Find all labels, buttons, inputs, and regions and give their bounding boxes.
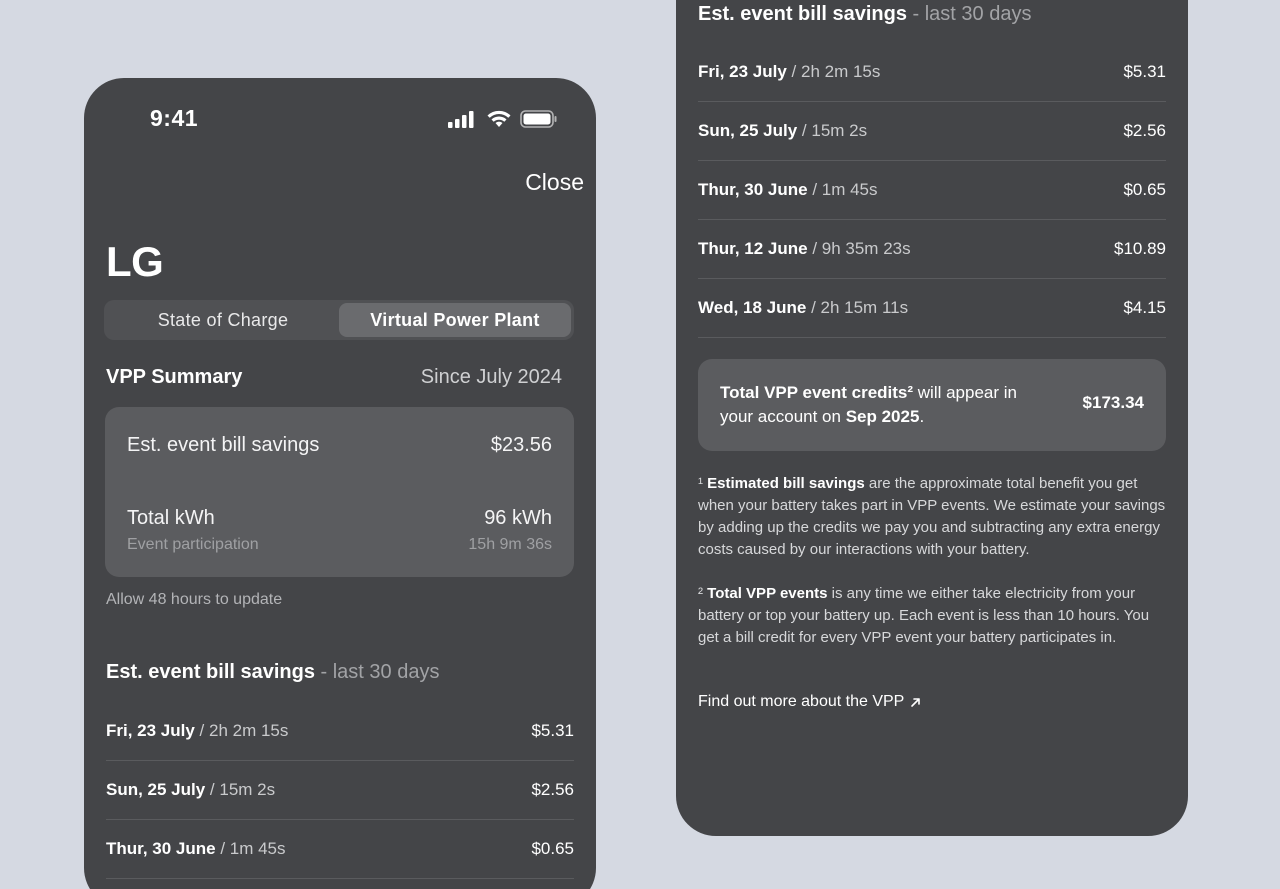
event-row[interactable]: Fri, 23 July / 2h 2m 15s $5.31 xyxy=(106,702,574,761)
tab-state-of-charge[interactable]: State of Charge xyxy=(107,303,339,337)
credits-date: Sep 2025 xyxy=(845,407,920,426)
event-row[interactable]: Sun, 25 July / 15m 2s $2.56 xyxy=(106,761,574,820)
total-kwh-label: Total kWh xyxy=(127,507,215,529)
event-amount: $5.31 xyxy=(531,721,574,740)
summary-title: VPP Summary xyxy=(106,366,243,388)
phone-screen-vpp-summary: 9:41 Close LG State of Charge Virtual Po… xyxy=(84,78,596,889)
update-note: Allow 48 hours to update xyxy=(106,591,283,608)
status-time: 9:41 xyxy=(150,105,199,131)
event-duration: / 9h 35m 23s xyxy=(807,239,911,258)
summary-card: Est. event bill savings $23.56 Total kWh… xyxy=(105,407,574,577)
footnote-term: Estimated bill savings xyxy=(707,475,865,492)
event-amount: $0.65 xyxy=(531,839,574,858)
event-duration: / 2h 2m 15s xyxy=(194,721,289,740)
segmented-control: State of Charge Virtual Power Plant xyxy=(104,300,574,340)
event-amount: $10.89 xyxy=(1114,239,1166,258)
credits-end: . xyxy=(919,407,925,426)
savings-title-suffix: - last 30 days xyxy=(314,661,440,683)
event-row[interactable]: Fri, 23 July / 2h 2m 15s $5.31 xyxy=(698,43,1166,102)
event-date: Fri, 23 July xyxy=(698,62,787,81)
summary-since: Since July 2024 xyxy=(420,366,562,388)
bill-savings-value: $23.56 xyxy=(490,434,552,456)
event-amount: $2.56 xyxy=(531,780,574,799)
event-duration: / 1m 45s xyxy=(807,180,878,199)
footnote-vpp-events: ² Total VPP events is any time we either… xyxy=(698,583,1168,649)
event-date: Thur, 30 June xyxy=(698,180,808,199)
event-date: Sun, 25 July xyxy=(106,780,206,799)
event-row[interactable]: Thur, 12 June / 9h 35m 23s $10.89 xyxy=(698,220,1166,279)
credits-amount: $173.34 xyxy=(1082,393,1144,412)
event-amount: $4.15 xyxy=(1123,298,1166,317)
event-amount: $0.65 xyxy=(1123,180,1166,199)
footnote-marker: ¹ xyxy=(698,475,708,492)
bill-savings-label: Est. event bill savings xyxy=(127,434,320,456)
total-kwh-value: 96 kWh xyxy=(484,507,552,529)
credits-lead: Total VPP event credits² xyxy=(720,383,914,402)
event-date: Thur, 12 June xyxy=(698,239,808,258)
savings-title-suffix: - last 30 days xyxy=(906,3,1032,25)
participation-value: 15h 9m 36s xyxy=(468,536,552,553)
savings-section-title: Est. event bill savings - last 30 days xyxy=(698,3,1031,26)
page-title: LG xyxy=(106,238,164,285)
signal-icon xyxy=(448,111,474,128)
event-duration: / 15m 2s xyxy=(205,780,276,799)
summary-header: VPP Summary Since July 2024 xyxy=(106,366,562,389)
participation-label: Event participation xyxy=(127,536,259,553)
savings-title-text: Est. event bill savings xyxy=(698,3,907,25)
event-date: Sun, 25 July xyxy=(698,121,798,140)
footnote-term: Total VPP events xyxy=(707,585,828,602)
event-amount: $5.31 xyxy=(1123,62,1166,81)
event-date: Fri, 23 July xyxy=(106,721,195,740)
footnote-marker: ² xyxy=(698,585,708,602)
event-duration: / 2h 15m 11s xyxy=(806,298,909,317)
canvas: 9:41 Close LG State of Charge Virtual Po… xyxy=(0,0,1280,889)
event-row[interactable]: Thur, 30 June / 1m 45s $0.65 xyxy=(698,161,1166,220)
event-duration: / 15m 2s xyxy=(797,121,868,140)
event-duration: / 1m 45s xyxy=(215,839,286,858)
event-amount: $2.56 xyxy=(1123,121,1166,140)
status-bar: 9:41 xyxy=(84,78,596,158)
wifi-icon xyxy=(487,110,511,127)
find-out-more-link[interactable]: Find out more about the VPP xyxy=(698,693,921,711)
event-duration: / 2h 2m 15s xyxy=(786,62,881,81)
event-row[interactable]: Thur, 30 June / 1m 45s $0.65 xyxy=(106,820,574,879)
participation-row: Event participation 15h 9m 36s xyxy=(127,536,552,554)
bill-savings-row: Est. event bill savings $23.56 xyxy=(127,434,552,457)
event-date: Thur, 30 June xyxy=(106,839,216,858)
savings-title-text: Est. event bill savings xyxy=(106,661,315,683)
credits-card: Total VPP event credits² will appear in … xyxy=(698,359,1166,451)
credits-text: Total VPP event credits² will appear in … xyxy=(720,381,1050,429)
footnote-bill-savings: ¹ Estimated bill savings are the approxi… xyxy=(698,473,1168,561)
event-row[interactable]: Sun, 25 July / 15m 2s $2.56 xyxy=(698,102,1166,161)
event-date: Wed, 18 June xyxy=(698,298,807,317)
battery-icon xyxy=(520,110,557,128)
arrow-up-right-icon xyxy=(911,697,921,707)
find-out-more-label: Find out more about the VPP xyxy=(698,693,905,710)
phone-screen-vpp-details: Est. event bill savings - last 30 days F… xyxy=(676,0,1188,836)
status-icons xyxy=(448,108,558,130)
total-kwh-row: Total kWh 96 kWh xyxy=(127,507,552,530)
savings-section-title: Est. event bill savings - last 30 days xyxy=(106,661,439,684)
event-row[interactable]: Wed, 18 June / 2h 15m 11s $4.15 xyxy=(698,279,1166,338)
tab-virtual-power-plant[interactable]: Virtual Power Plant xyxy=(339,303,571,337)
close-button[interactable]: Close xyxy=(525,169,584,196)
